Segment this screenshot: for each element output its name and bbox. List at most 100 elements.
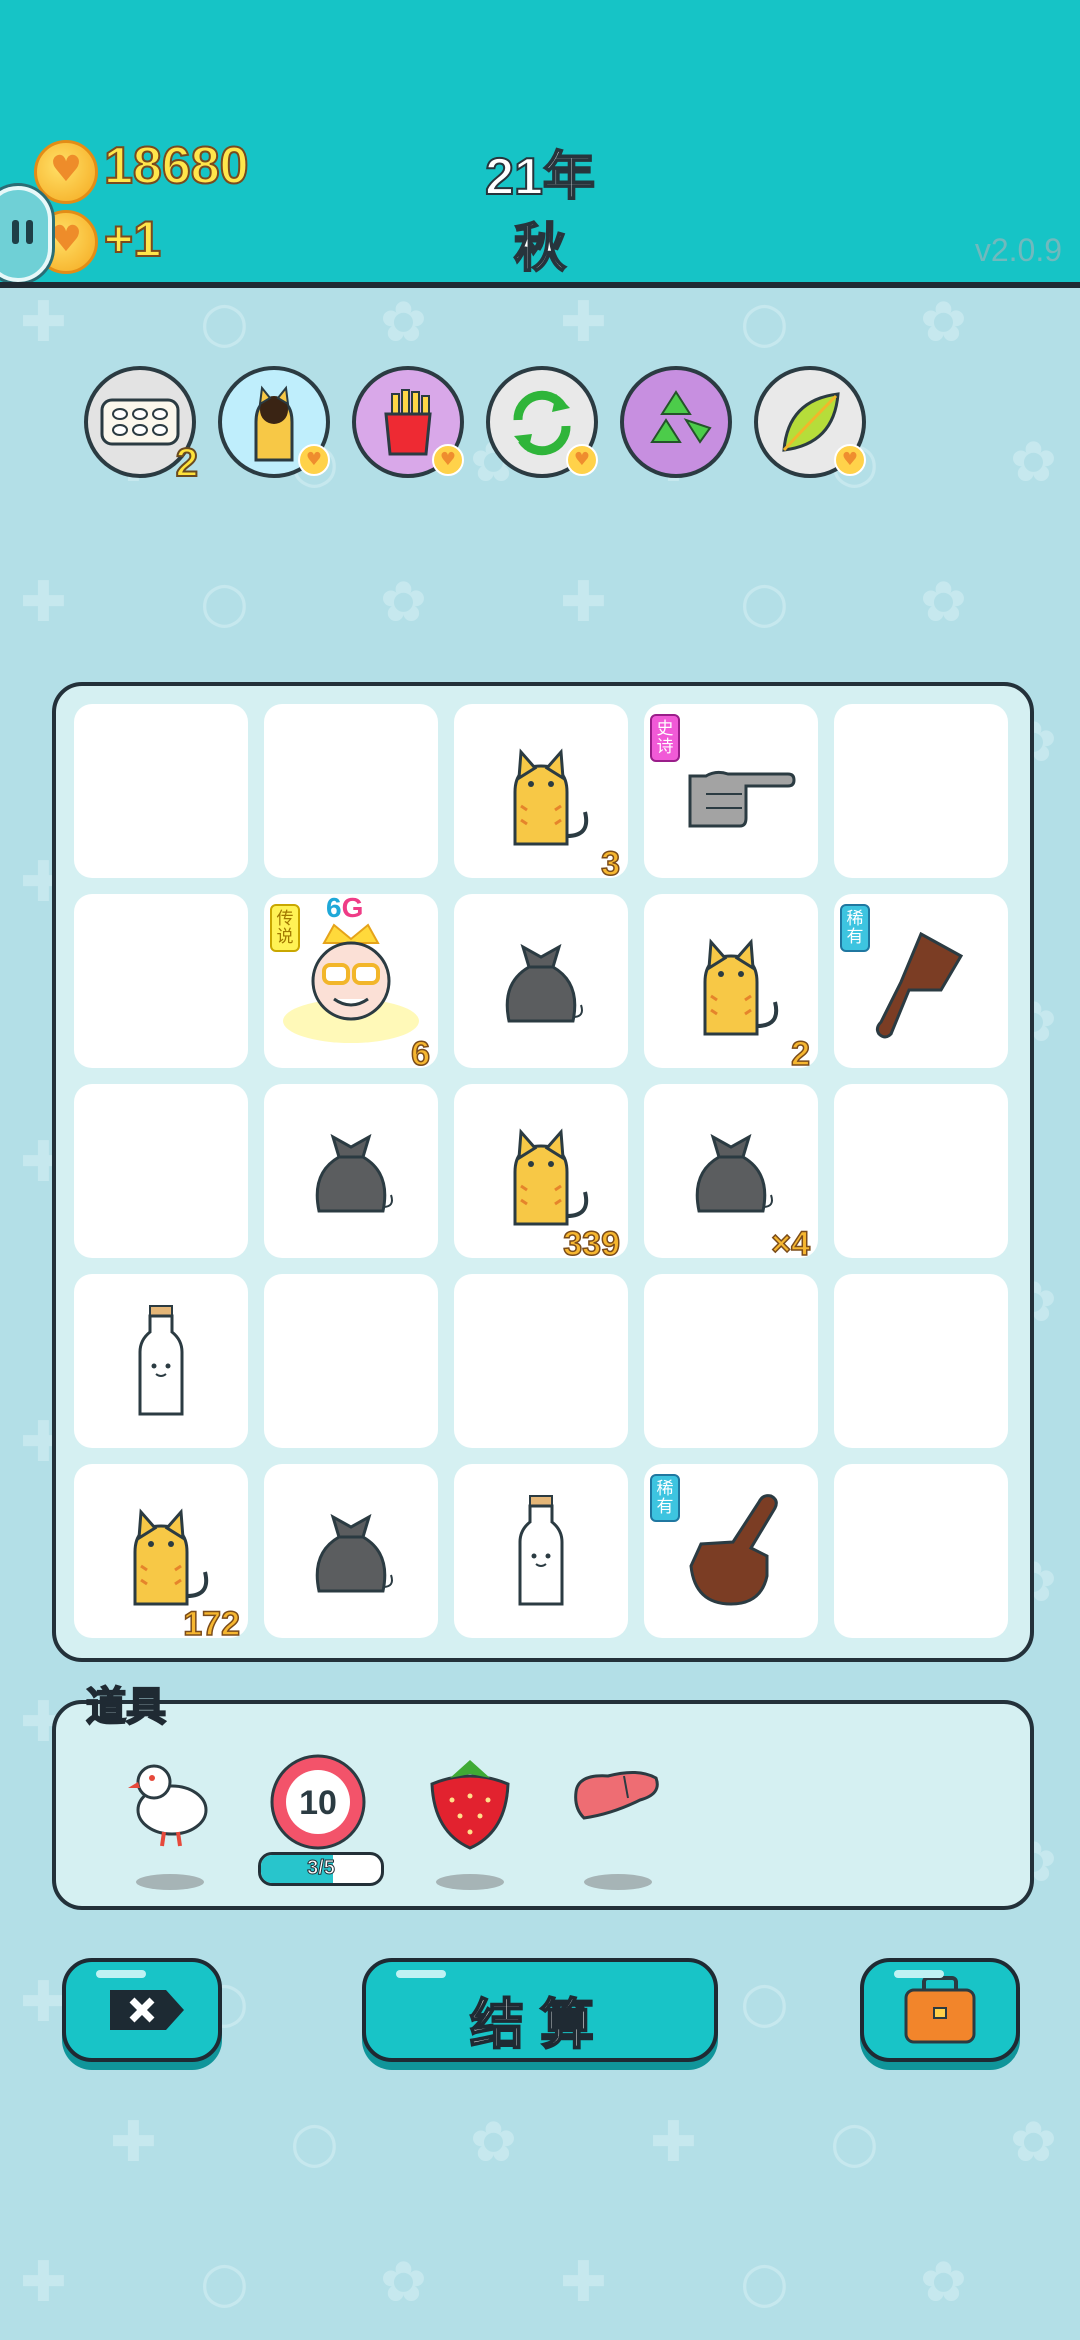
background-pattern-glyph: ○ xyxy=(200,290,249,355)
background-pattern-glyph: ✚ xyxy=(560,290,607,355)
background-pattern-glyph: ✿ xyxy=(920,2250,967,2315)
background-pattern-glyph: ○ xyxy=(740,570,789,635)
buff-count: 2 xyxy=(175,440,199,486)
board-cell-cat[interactable]: 3 xyxy=(454,704,628,884)
item-count-label: 3 xyxy=(600,844,620,884)
board-cell-trash-bag[interactable]: ×4 xyxy=(644,1084,818,1264)
year-label: 21年 xyxy=(484,147,596,207)
board-cell-king[interactable]: 传说 6G 6 xyxy=(264,892,438,1074)
board-cell-empty[interactable] xyxy=(74,894,248,1068)
background-pattern-glyph: ○ xyxy=(200,2250,249,2315)
board-cell-empty[interactable] xyxy=(74,704,248,878)
board-cell-cat[interactable]: 339 xyxy=(454,1084,628,1264)
season-label: 秋 xyxy=(513,219,567,279)
board-cell-empty[interactable] xyxy=(264,1274,438,1448)
settle-button[interactable]: 结算 xyxy=(362,1958,718,2062)
buff-cat[interactable]: ♥ xyxy=(218,366,330,478)
background-pattern-glyph: ✿ xyxy=(380,290,427,355)
board-cell-empty[interactable] xyxy=(834,1084,1008,1258)
board-cell-milk-bottle[interactable] xyxy=(74,1274,248,1448)
board-cell-cat[interactable]: 172 xyxy=(74,1464,248,1644)
cancel-button[interactable] xyxy=(62,1958,222,2062)
timer-progress-text: 3/5 xyxy=(307,1857,336,1880)
background-pattern-glyph: ○ xyxy=(290,2110,339,2175)
board-cell-empty[interactable] xyxy=(834,704,1008,878)
background-pattern-glyph: ✚ xyxy=(20,1970,67,2035)
heart-badge-icon: ♥ xyxy=(432,444,464,476)
board-cell-brown-hand-down[interactable]: 稀有 xyxy=(834,894,1008,1068)
buff-refresh[interactable]: ♥ xyxy=(486,366,598,478)
board-cell-empty[interactable] xyxy=(644,1274,818,1448)
background-pattern-glyph: ✚ xyxy=(20,570,67,635)
background-pattern-glyph: ✚ xyxy=(20,290,67,355)
recycle-icon xyxy=(650,390,712,444)
background-pattern-glyph: ○ xyxy=(200,570,249,635)
timer-value: 10 xyxy=(299,1784,337,1822)
background-pattern-glyph: ✚ xyxy=(650,2110,697,2175)
board-cell-trash-bag[interactable] xyxy=(264,1084,438,1258)
merge-board: 3 史诗传说 6G 6 2 稀有 339 ×4 172 稀有 xyxy=(52,682,1034,1662)
coin-total: 18680 xyxy=(103,136,250,196)
rarity-tag: 史诗 xyxy=(650,714,680,762)
coin-icon xyxy=(34,140,98,204)
background-pattern-glyph: ✿ xyxy=(380,2250,427,2315)
item-count-label: ×4 xyxy=(770,1224,810,1264)
background-pattern-glyph: ✿ xyxy=(920,290,967,355)
background-pattern-glyph: ✿ xyxy=(470,2110,517,2175)
background-pattern-glyph: ✚ xyxy=(110,2110,157,2175)
background-pattern-glyph: ✿ xyxy=(920,570,967,635)
board-cell-gray-hand[interactable]: 史诗 xyxy=(644,704,818,878)
background-pattern-glyph: ✚ xyxy=(560,570,607,635)
board-cell-cat[interactable]: 2 xyxy=(644,894,818,1074)
level-badge: 6G xyxy=(326,892,364,923)
buff-fries[interactable]: ♥ xyxy=(352,366,464,478)
board-cell-empty[interactable] xyxy=(74,1084,248,1258)
buff-leaf[interactable]: ♥ xyxy=(754,366,866,478)
pause-button[interactable] xyxy=(0,186,52,282)
prop-pigeon[interactable] xyxy=(120,1748,220,1890)
prop-timer[interactable]: 10 xyxy=(268,1748,368,1858)
rarity-tag: 传说 xyxy=(270,904,300,952)
strawberry-icon xyxy=(430,1760,510,1850)
coin-rate: +1 xyxy=(103,210,162,268)
board-cell-empty[interactable] xyxy=(834,1274,1008,1448)
settle-button-label: 结算 xyxy=(469,1992,610,2057)
rarity-tag: 稀有 xyxy=(650,1474,680,1522)
heart-badge-icon: ♥ xyxy=(566,444,598,476)
backpack-button[interactable] xyxy=(860,1958,1020,2062)
board-cell-empty[interactable] xyxy=(454,1274,628,1448)
liver-icon xyxy=(574,1771,659,1820)
heart-badge-icon: ♥ xyxy=(834,444,866,476)
heart-badge-icon: ♥ xyxy=(298,444,330,476)
milk-bottle-icon xyxy=(74,1274,248,1448)
props-panel: 10 3/5 xyxy=(52,1700,1034,1910)
background-pattern-glyph: ✿ xyxy=(1010,430,1057,495)
pause-icon xyxy=(12,220,19,244)
board-cell-empty[interactable] xyxy=(834,1464,1008,1638)
prop-liver[interactable] xyxy=(568,1748,668,1890)
version-label: v2.0.9 xyxy=(974,232,1062,268)
background-pattern-glyph: ○ xyxy=(740,290,789,355)
item-count-label: 172 xyxy=(183,1604,241,1644)
board-cell-trash-bag[interactable] xyxy=(454,894,628,1068)
header-divider xyxy=(0,282,1080,288)
board-cell-brown-hand-up[interactable]: 稀有 xyxy=(644,1464,818,1638)
item-count-label: 2 xyxy=(790,1034,810,1074)
background-pattern-glyph: ✚ xyxy=(20,2250,67,2315)
board-cell-milk-bottle[interactable] xyxy=(454,1464,628,1638)
trash-bag-icon xyxy=(264,1464,438,1638)
trash-bag-icon xyxy=(454,894,628,1068)
item-count-label: 6 xyxy=(410,1034,430,1074)
timer-progress-bar: 3/5 xyxy=(258,1852,384,1886)
board-cell-trash-bag[interactable] xyxy=(264,1464,438,1638)
background-pattern-glyph: ✿ xyxy=(1010,2110,1057,2175)
buff-egg-tray[interactable]: 2 xyxy=(84,366,199,486)
buff-recycle[interactable] xyxy=(620,366,732,478)
background-pattern-glyph: ○ xyxy=(740,1970,789,2035)
top-header: 18680 +1 21年 秋 v2.0.9 xyxy=(0,0,1080,282)
prop-strawberry[interactable] xyxy=(420,1748,520,1890)
board-cell-empty[interactable] xyxy=(264,704,438,878)
background-pattern-glyph: ✿ xyxy=(380,570,427,635)
rarity-tag: 稀有 xyxy=(840,904,870,952)
background-pattern-glyph: ○ xyxy=(740,2250,789,2315)
